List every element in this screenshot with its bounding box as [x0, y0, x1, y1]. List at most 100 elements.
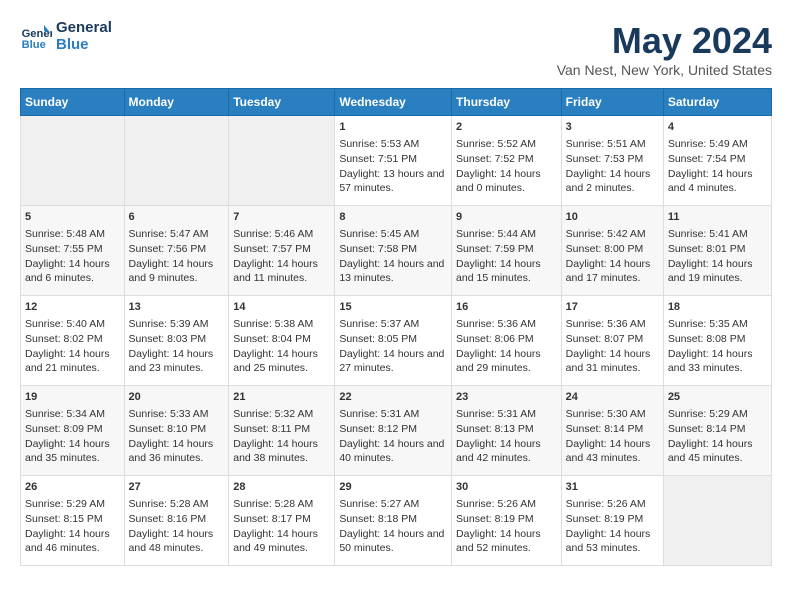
- day-info: Sunrise: 5:39 AM: [129, 317, 225, 332]
- day-info: Sunset: 8:05 PM: [339, 332, 447, 347]
- day-number: 11: [668, 210, 767, 225]
- day-number: 15: [339, 300, 447, 315]
- logo-line1: General: [56, 20, 112, 37]
- day-info: Sunset: 8:03 PM: [129, 332, 225, 347]
- day-info: Daylight: 14 hours and 6 minutes.: [25, 257, 120, 286]
- calendar-cell: 1Sunrise: 5:53 AMSunset: 7:51 PMDaylight…: [335, 116, 452, 206]
- calendar-cell: 18Sunrise: 5:35 AMSunset: 8:08 PMDayligh…: [663, 296, 771, 386]
- calendar-week: 19Sunrise: 5:34 AMSunset: 8:09 PMDayligh…: [21, 386, 772, 476]
- day-info: Sunrise: 5:48 AM: [25, 227, 120, 242]
- calendar-cell: [124, 116, 229, 206]
- day-number: 24: [566, 390, 659, 405]
- day-number: 22: [339, 390, 447, 405]
- day-info: Daylight: 14 hours and 48 minutes.: [129, 527, 225, 556]
- calendar-cell: 11Sunrise: 5:41 AMSunset: 8:01 PMDayligh…: [663, 206, 771, 296]
- svg-text:Blue: Blue: [22, 39, 46, 51]
- calendar-cell: 26Sunrise: 5:29 AMSunset: 8:15 PMDayligh…: [21, 476, 125, 566]
- calendar-cell: [663, 476, 771, 566]
- day-info: Sunset: 8:12 PM: [339, 422, 447, 437]
- calendar-cell: 28Sunrise: 5:28 AMSunset: 8:17 PMDayligh…: [229, 476, 335, 566]
- day-info: Sunset: 8:06 PM: [456, 332, 557, 347]
- day-number: 23: [456, 390, 557, 405]
- day-info: Sunset: 8:16 PM: [129, 512, 225, 527]
- day-info: Sunrise: 5:28 AM: [233, 497, 330, 512]
- day-number: 26: [25, 480, 120, 495]
- header-day: Friday: [561, 89, 663, 116]
- day-info: Sunrise: 5:34 AM: [25, 407, 120, 422]
- day-info: Sunset: 8:19 PM: [566, 512, 659, 527]
- day-info: Daylight: 14 hours and 9 minutes.: [129, 257, 225, 286]
- calendar-cell: 21Sunrise: 5:32 AMSunset: 8:11 PMDayligh…: [229, 386, 335, 476]
- calendar-week: 26Sunrise: 5:29 AMSunset: 8:15 PMDayligh…: [21, 476, 772, 566]
- day-info: Sunrise: 5:37 AM: [339, 317, 447, 332]
- day-info: Sunrise: 5:32 AM: [233, 407, 330, 422]
- day-info: Sunrise: 5:29 AM: [668, 407, 767, 422]
- calendar-table: SundayMondayTuesdayWednesdayThursdayFrid…: [20, 88, 772, 566]
- main-title: May 2024: [557, 20, 772, 62]
- calendar-cell: 16Sunrise: 5:36 AMSunset: 8:06 PMDayligh…: [452, 296, 562, 386]
- day-number: 31: [566, 480, 659, 495]
- day-info: Sunrise: 5:49 AM: [668, 137, 767, 152]
- day-info: Sunrise: 5:35 AM: [668, 317, 767, 332]
- calendar-cell: 10Sunrise: 5:42 AMSunset: 8:00 PMDayligh…: [561, 206, 663, 296]
- day-number: 6: [129, 210, 225, 225]
- day-number: 28: [233, 480, 330, 495]
- calendar-cell: 14Sunrise: 5:38 AMSunset: 8:04 PMDayligh…: [229, 296, 335, 386]
- day-number: 9: [456, 210, 557, 225]
- calendar-cell: 2Sunrise: 5:52 AMSunset: 7:52 PMDaylight…: [452, 116, 562, 206]
- day-number: 10: [566, 210, 659, 225]
- day-number: 8: [339, 210, 447, 225]
- calendar-cell: 8Sunrise: 5:45 AMSunset: 7:58 PMDaylight…: [335, 206, 452, 296]
- day-info: Sunset: 7:56 PM: [129, 242, 225, 257]
- day-info: Daylight: 14 hours and 33 minutes.: [668, 347, 767, 376]
- day-info: Daylight: 14 hours and 38 minutes.: [233, 437, 330, 466]
- calendar-cell: 4Sunrise: 5:49 AMSunset: 7:54 PMDaylight…: [663, 116, 771, 206]
- day-info: Sunrise: 5:27 AM: [339, 497, 447, 512]
- day-number: 13: [129, 300, 225, 315]
- day-number: 17: [566, 300, 659, 315]
- day-info: Sunrise: 5:30 AM: [566, 407, 659, 422]
- calendar-cell: 29Sunrise: 5:27 AMSunset: 8:18 PMDayligh…: [335, 476, 452, 566]
- calendar-cell: 19Sunrise: 5:34 AMSunset: 8:09 PMDayligh…: [21, 386, 125, 476]
- day-info: Sunrise: 5:36 AM: [456, 317, 557, 332]
- day-info: Daylight: 14 hours and 36 minutes.: [129, 437, 225, 466]
- day-info: Sunrise: 5:36 AM: [566, 317, 659, 332]
- day-info: Daylight: 14 hours and 13 minutes.: [339, 257, 447, 286]
- day-number: 3: [566, 120, 659, 135]
- day-info: Sunrise: 5:26 AM: [566, 497, 659, 512]
- day-info: Daylight: 14 hours and 15 minutes.: [456, 257, 557, 286]
- day-number: 21: [233, 390, 330, 405]
- page-header: General Blue General Blue May 2024 Van N…: [20, 20, 772, 78]
- day-number: 1: [339, 120, 447, 135]
- day-info: Sunset: 8:08 PM: [668, 332, 767, 347]
- day-info: Sunset: 7:51 PM: [339, 152, 447, 167]
- day-number: 14: [233, 300, 330, 315]
- day-info: Daylight: 14 hours and 46 minutes.: [25, 527, 120, 556]
- day-info: Sunset: 8:15 PM: [25, 512, 120, 527]
- calendar-cell: 5Sunrise: 5:48 AMSunset: 7:55 PMDaylight…: [21, 206, 125, 296]
- day-number: 5: [25, 210, 120, 225]
- calendar-cell: 31Sunrise: 5:26 AMSunset: 8:19 PMDayligh…: [561, 476, 663, 566]
- calendar-cell: 3Sunrise: 5:51 AMSunset: 7:53 PMDaylight…: [561, 116, 663, 206]
- day-info: Daylight: 14 hours and 2 minutes.: [566, 167, 659, 196]
- calendar-body: 1Sunrise: 5:53 AMSunset: 7:51 PMDaylight…: [21, 116, 772, 566]
- day-info: Daylight: 13 hours and 57 minutes.: [339, 167, 447, 196]
- calendar-cell: 9Sunrise: 5:44 AMSunset: 7:59 PMDaylight…: [452, 206, 562, 296]
- day-info: Sunrise: 5:38 AM: [233, 317, 330, 332]
- header-day: Thursday: [452, 89, 562, 116]
- day-info: Sunset: 8:18 PM: [339, 512, 447, 527]
- header-day: Wednesday: [335, 89, 452, 116]
- header-day: Monday: [124, 89, 229, 116]
- day-info: Daylight: 14 hours and 29 minutes.: [456, 347, 557, 376]
- day-info: Sunset: 8:00 PM: [566, 242, 659, 257]
- calendar-cell: [229, 116, 335, 206]
- calendar-cell: 27Sunrise: 5:28 AMSunset: 8:16 PMDayligh…: [124, 476, 229, 566]
- calendar-cell: 6Sunrise: 5:47 AMSunset: 7:56 PMDaylight…: [124, 206, 229, 296]
- day-info: Sunset: 8:09 PM: [25, 422, 120, 437]
- day-info: Daylight: 14 hours and 4 minutes.: [668, 167, 767, 196]
- subtitle: Van Nest, New York, United States: [557, 62, 772, 78]
- calendar-week: 12Sunrise: 5:40 AMSunset: 8:02 PMDayligh…: [21, 296, 772, 386]
- day-info: Sunset: 7:59 PM: [456, 242, 557, 257]
- calendar-cell: [21, 116, 125, 206]
- day-number: 27: [129, 480, 225, 495]
